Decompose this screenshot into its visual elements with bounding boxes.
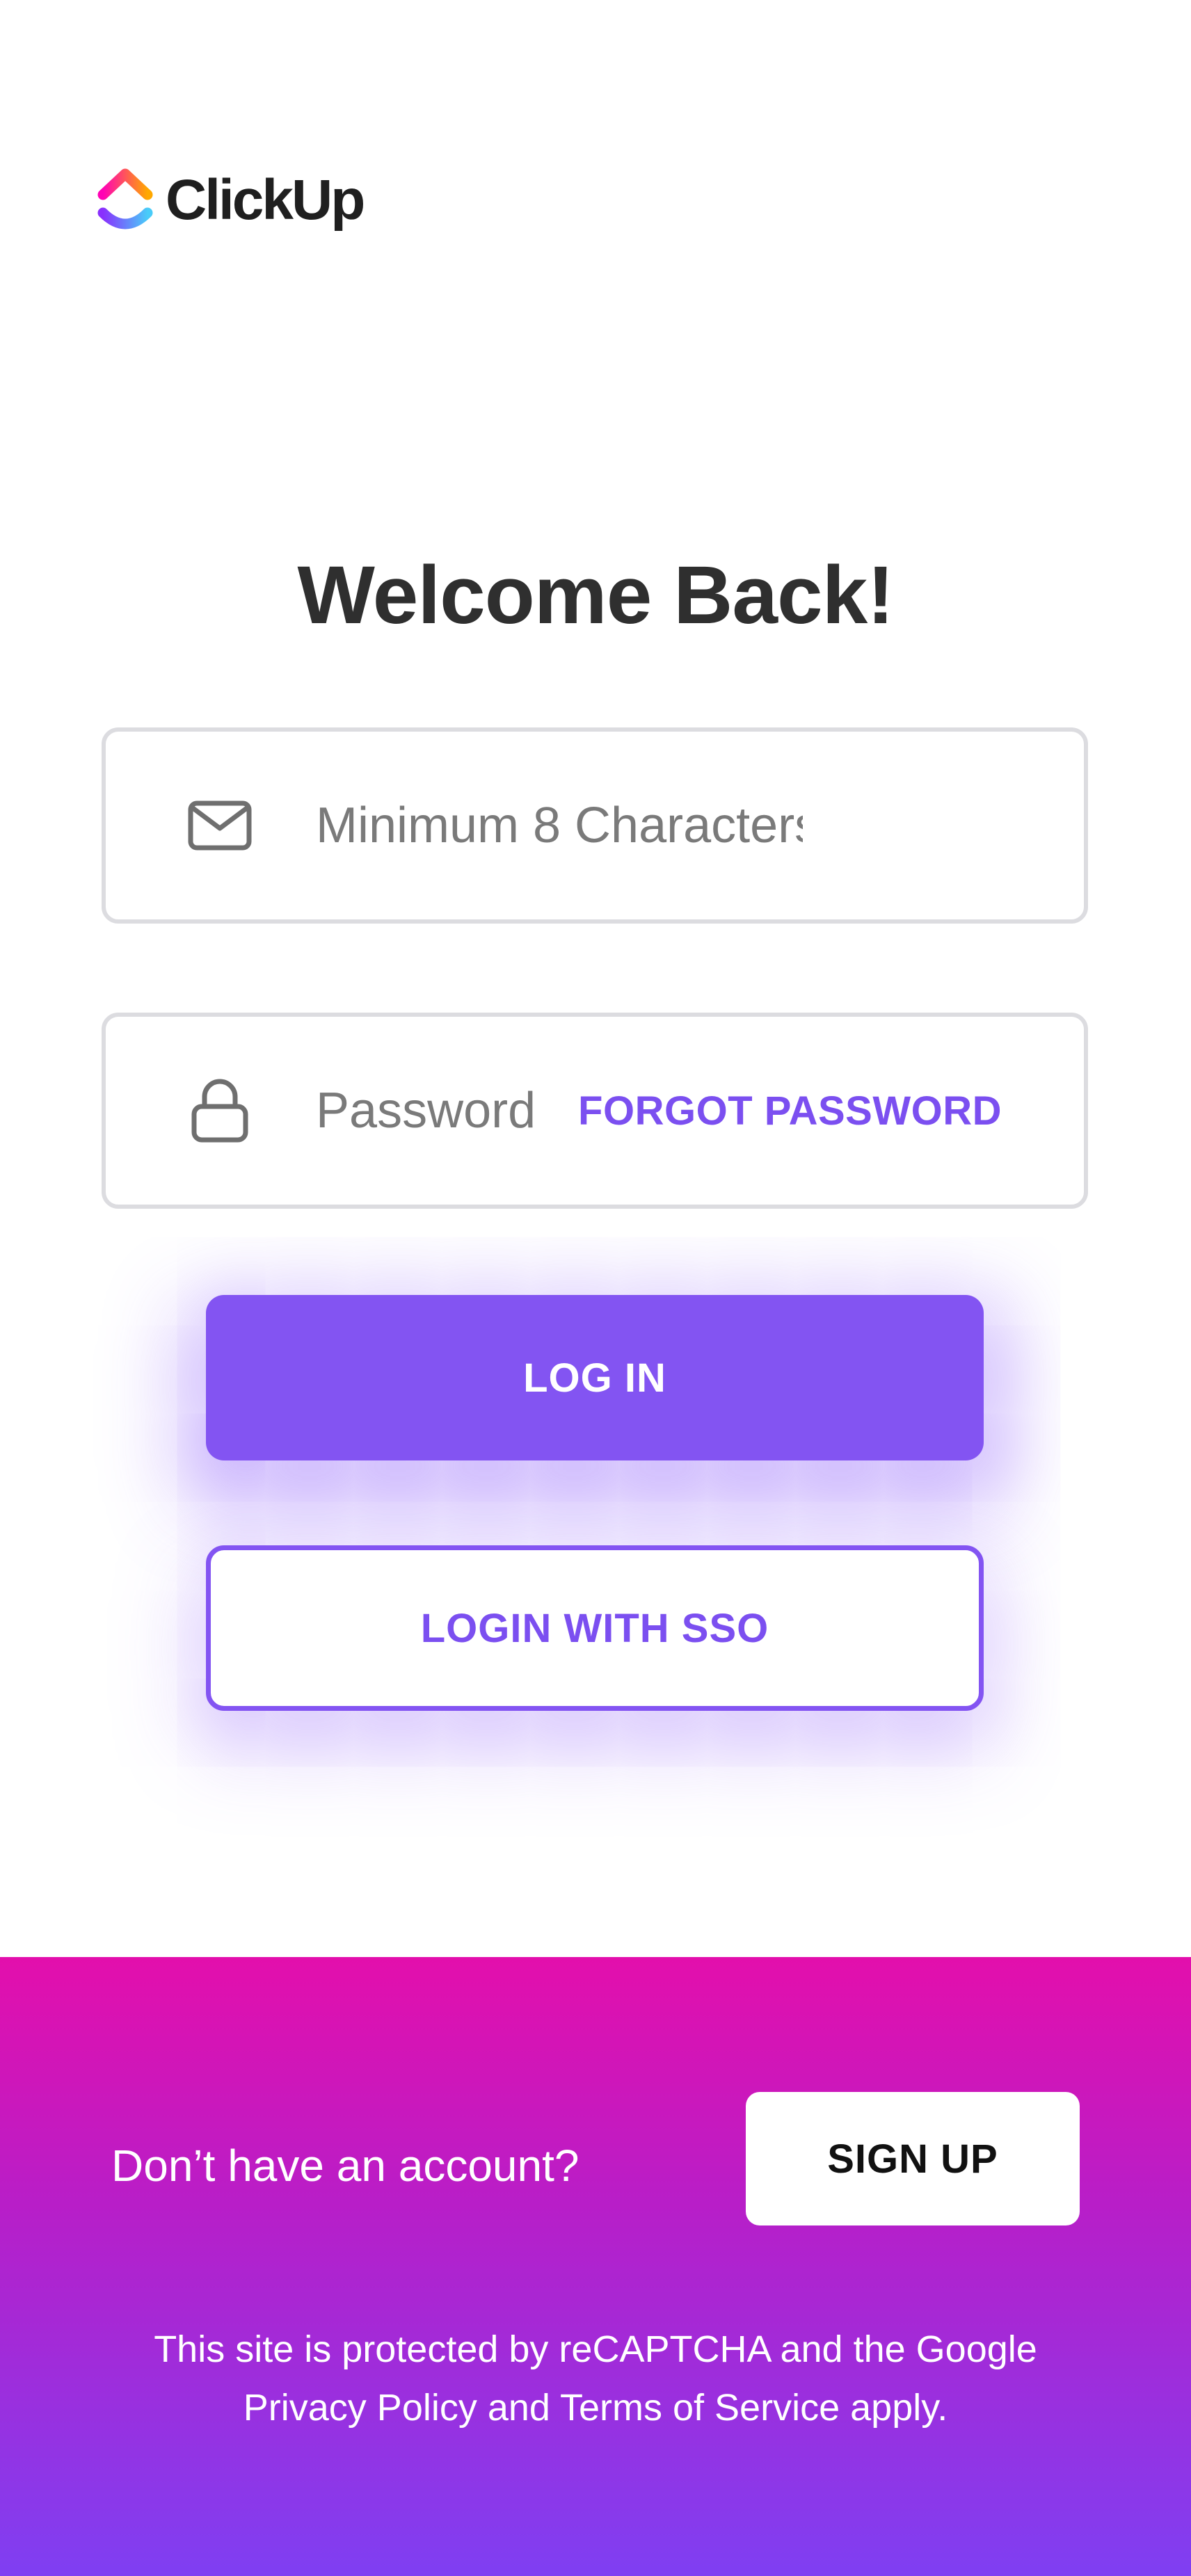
email-field[interactable]: [102, 727, 1088, 924]
sign-up-button[interactable]: SIGN UP: [746, 2092, 1080, 2225]
footer-panel: Don’t have an account? SIGN UP This site…: [0, 1957, 1191, 2576]
email-input[interactable]: [316, 797, 803, 854]
page-title: Welcome Back!: [297, 549, 894, 641]
login-button[interactable]: LOG IN: [206, 1295, 984, 1460]
brand-name: ClickUp: [166, 168, 365, 232]
forgot-password-link[interactable]: FORGOT PASSWORD: [578, 1017, 1002, 1205]
recaptcha-text: This site is protected by reCAPTCHA and …: [154, 2328, 1037, 2370]
and-text: and: [487, 2387, 550, 2429]
privacy-policy-link[interactable]: Privacy Policy: [243, 2387, 477, 2429]
clickup-logo: ClickUp: [97, 164, 365, 236]
lock-icon: [186, 1077, 253, 1144]
account-prompt: Don’t have an account?: [111, 2141, 579, 2191]
login-with-sso-button[interactable]: LOGIN WITH SSO: [206, 1545, 984, 1711]
clickup-logo-icon: [97, 168, 153, 230]
password-input[interactable]: [316, 1082, 580, 1139]
terms-of-service-link[interactable]: Terms of Service: [560, 2387, 840, 2429]
recaptcha-notice: This site is protected by reCAPTCHA and …: [70, 2320, 1121, 2437]
apply-text: apply.: [850, 2387, 948, 2429]
password-field[interactable]: FORGOT PASSWORD: [102, 1013, 1088, 1209]
mail-icon: [186, 792, 253, 859]
